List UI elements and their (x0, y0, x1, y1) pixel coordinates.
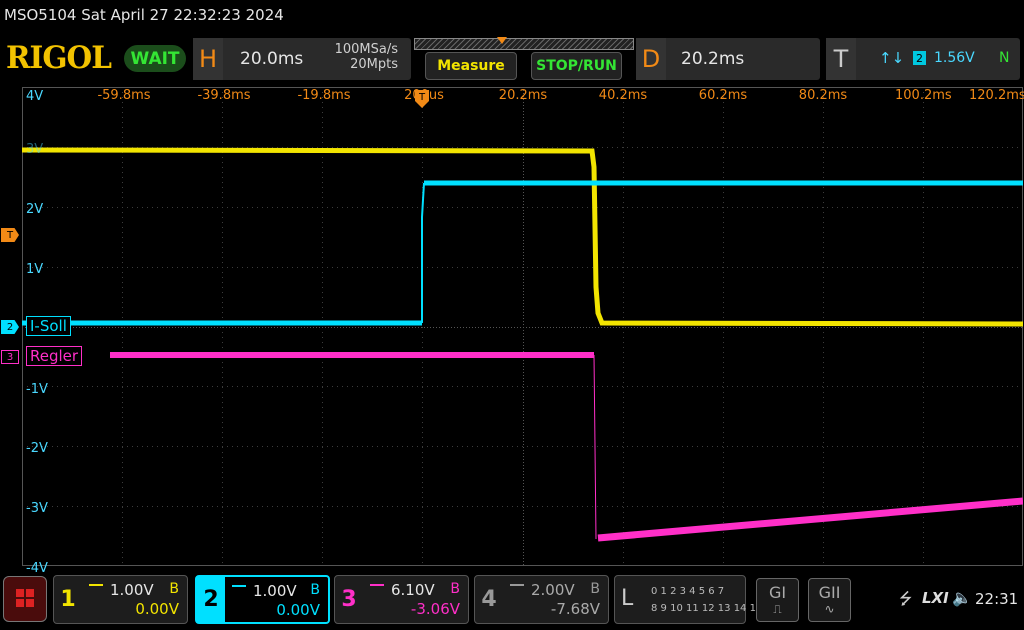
horizontal-letter: H (193, 38, 223, 80)
time-tick-label: 120.2ms (969, 88, 1024, 103)
voltage-label: 2V (26, 201, 44, 217)
voltage-label: -3V (26, 501, 48, 517)
ch3-trace-drop (593, 354, 597, 540)
measure-button[interactable]: Measure (425, 52, 517, 80)
time-tick-label: 80.2ms (798, 88, 848, 103)
bandwidth-limit: B (310, 582, 320, 598)
delay-letter: D (636, 38, 666, 80)
decoder-2-icon: ∿ (824, 602, 835, 616)
decoder-2-label: GII (818, 583, 841, 602)
channel-offset: 0.00V (135, 600, 179, 618)
bandwidth-limit: B (169, 581, 179, 597)
ch3-trace-ramp (597, 497, 1023, 542)
menu-dot (16, 589, 24, 597)
voltage-label: 1V (26, 261, 44, 277)
bandwidth-limit: B (450, 581, 460, 597)
time-tick-label: -39.8ms (197, 88, 251, 103)
memory-trigger-marker-icon (497, 37, 507, 44)
channel-number: 4 (481, 587, 497, 612)
ch3-offset-marker[interactable]: 3 (1, 350, 19, 364)
waveform-display[interactable] (22, 87, 1023, 566)
channel-2-panel[interactable]: 2 1.00V B 0.00V (195, 575, 330, 624)
logic-analyzer-panel[interactable]: L 0 1 2 3 4 5 6 7 8 9 10 11 12 13 14 15 (614, 575, 762, 624)
delay-value: 20.2ms (681, 49, 745, 69)
dc-coupling-icon (232, 585, 246, 595)
trigger-edge-icon: ↑↓ (879, 49, 905, 67)
bandwidth-limit: B (590, 581, 600, 597)
main-menu-button[interactable] (3, 576, 47, 622)
decoder-2-button[interactable]: GII ∿ (808, 578, 851, 622)
channel-scale: 2.00V (531, 581, 575, 599)
ch2-label: I-Soll (26, 316, 71, 336)
channel-scale: 1.00V (110, 581, 154, 599)
dc-coupling-icon (510, 584, 524, 594)
memory-overview-bar (414, 38, 634, 50)
time-tick-label: 40.2ms (598, 88, 648, 103)
logic-channels-row2: 8 9 10 11 12 13 14 15 (651, 603, 763, 614)
menu-dot (26, 599, 34, 607)
channel-number: 3 (341, 587, 357, 612)
voltage-label: -2V (26, 441, 48, 457)
channel-scale: 6.10V (391, 581, 435, 599)
trigger-level: 1.56V (934, 50, 975, 66)
stop-run-button[interactable]: STOP/RUN (531, 52, 622, 80)
decoder-1-button[interactable]: GI ⎍ (756, 578, 799, 622)
voltage-label: -4V (26, 561, 48, 577)
svg-text:T: T (418, 92, 426, 103)
logic-channels-row1: 0 1 2 3 4 5 6 7 (651, 586, 725, 597)
time-tick-label: -19.8ms (297, 88, 351, 103)
channel-offset: -3.06V (410, 600, 460, 618)
logic-letter: L (621, 586, 634, 611)
ch3-label: Regler (26, 346, 83, 366)
time-tick-label: -59.8ms (97, 88, 151, 103)
voltage-label: 4V (26, 89, 44, 104)
usb-icon: ⭍ (899, 589, 913, 608)
speaker-muted-icon[interactable]: 🔈 (952, 588, 972, 607)
dc-coupling-icon (370, 584, 384, 594)
window-title: MSO5104 Sat April 27 22:32:23 2024 (4, 6, 284, 24)
menu-dot (26, 589, 34, 597)
time-tick-label: 60.2ms (698, 88, 748, 103)
channel-1-panel[interactable]: 1 1.00V B 0.00V (53, 575, 188, 624)
trigger-source: 2 (913, 51, 926, 65)
channel-offset: -7.68V (550, 600, 600, 618)
ch1-trace (22, 147, 1023, 327)
trigger-letter: T (826, 38, 856, 80)
voltage-label: 3V (26, 141, 44, 157)
memory-depth: 20Mpts (350, 57, 398, 72)
trigger-mode: N (999, 50, 1010, 66)
menu-dot (16, 599, 24, 607)
rigol-logo: RIGOL (6, 40, 112, 76)
channel-number: 2 (197, 577, 225, 622)
time-tick-label: 100.2ms (895, 88, 952, 103)
decoder-1-icon: ⎍ (773, 602, 782, 616)
sample-rate: 100MSa/s (334, 42, 398, 57)
channel-3-panel[interactable]: 3 6.10V B -3.06V (334, 575, 469, 624)
ch2-offset-marker[interactable]: 2 (1, 320, 19, 334)
channel-offset: 0.00V (276, 601, 320, 619)
decoder-1-label: GI (768, 583, 787, 602)
channel-4-panel[interactable]: 4 2.00V B -7.68V (474, 575, 609, 624)
ch2-trace-step (421, 182, 425, 323)
run-status-badge: WAIT (124, 45, 186, 72)
channel-scale: 1.00V (253, 582, 297, 600)
dc-coupling-icon (89, 584, 103, 594)
system-clock: 22:31 (975, 590, 1019, 608)
voltage-label: -1V (26, 381, 48, 397)
trigger-position-icon[interactable]: T (414, 89, 430, 109)
timebase-value: 20.0ms (240, 49, 304, 69)
acquisition-info: 100MSa/s 20Mpts (318, 42, 398, 72)
time-tick-label: 20.2ms (498, 88, 548, 103)
lxi-logo: LXI (922, 589, 949, 607)
channel-number: 1 (60, 587, 76, 612)
trigger-level-marker[interactable]: T (1, 228, 19, 242)
